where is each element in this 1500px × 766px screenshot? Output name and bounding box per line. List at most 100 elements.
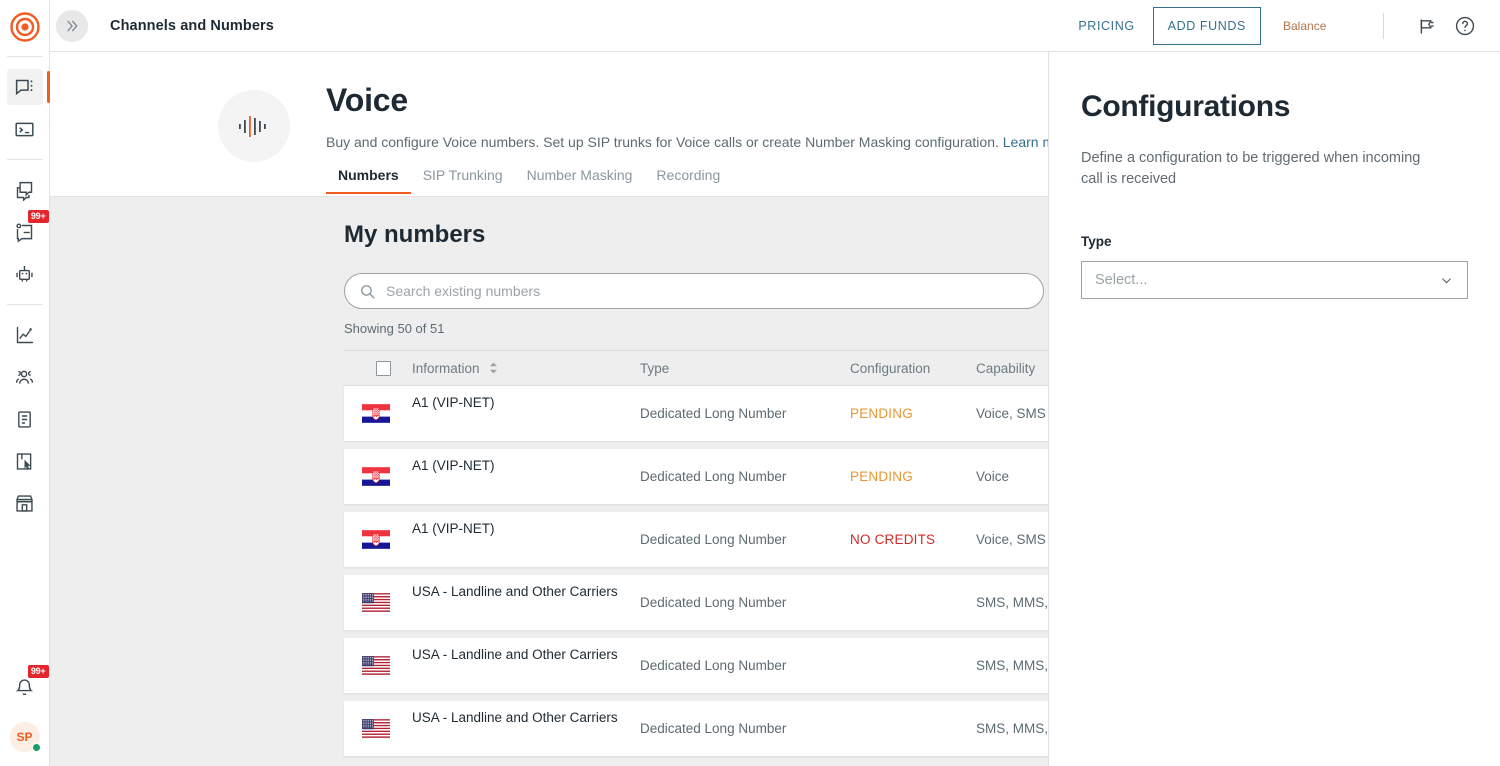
search-icon xyxy=(359,283,376,300)
rail-divider xyxy=(7,56,43,57)
rail-group-2: 99+ xyxy=(0,169,49,295)
left-rail: 99+ xyxy=(0,0,50,766)
app-logo[interactable] xyxy=(7,9,43,45)
row-information-label: A1 (VIP-NET) xyxy=(412,395,495,410)
line-chart-icon xyxy=(14,325,35,346)
sort-icon xyxy=(489,362,498,374)
type-select[interactable]: Select... xyxy=(1081,261,1468,299)
row-flag-cell xyxy=(344,593,412,612)
help-circle-icon xyxy=(1454,15,1476,37)
row-configuration-status: PENDING xyxy=(850,469,976,484)
sidebar-item-notifications[interactable]: 99+ xyxy=(7,669,43,705)
sidebar-item-documents[interactable] xyxy=(7,401,43,437)
flow-cursor-icon xyxy=(14,451,35,472)
select-all-checkbox[interactable] xyxy=(376,361,391,376)
bell-icon xyxy=(14,677,35,698)
breadcrumb: Channels and Numbers xyxy=(110,18,274,34)
top-bar-actions: PRICING ADD FUNDS Balance xyxy=(1078,7,1500,45)
row-flag-cell xyxy=(344,719,412,738)
column-configuration: Configuration xyxy=(850,361,976,376)
tab-numbers[interactable]: Numbers xyxy=(326,167,411,194)
row-flag-cell xyxy=(344,404,412,423)
type-select-placeholder: Select... xyxy=(1095,272,1147,288)
sidebar-item-people[interactable] xyxy=(7,359,43,395)
help-button[interactable] xyxy=(1452,13,1478,39)
row-information: A1 (VIP-NET) xyxy=(412,468,640,486)
row-information: A1 (VIP-NET) xyxy=(412,531,640,549)
rail-group-3 xyxy=(0,314,49,524)
sidebar-item-conversations[interactable] xyxy=(7,69,43,105)
rail-divider xyxy=(7,304,43,305)
flag-us-icon xyxy=(362,719,390,738)
row-type: Dedicated Long Number xyxy=(640,532,850,547)
panel-title: Configurations xyxy=(1081,90,1468,124)
row-flag-cell xyxy=(344,530,412,549)
inbox-icon xyxy=(14,222,35,243)
search-box[interactable] xyxy=(344,273,1044,309)
flag-us-icon xyxy=(362,593,390,612)
row-configuration-status: NO CREDITS xyxy=(850,532,976,547)
search-input[interactable] xyxy=(386,283,1026,299)
robot-icon xyxy=(14,264,35,285)
rail-group-1 xyxy=(0,66,49,150)
balance-label: Balance xyxy=(1283,19,1379,33)
column-type: Type xyxy=(640,361,850,376)
expand-sidebar-button[interactable] xyxy=(56,10,88,42)
panel-description: Define a configuration to be triggered w… xyxy=(1081,148,1441,190)
flag-hr-icon xyxy=(362,404,390,423)
people-icon xyxy=(14,367,35,388)
column-information[interactable]: Information xyxy=(412,361,640,376)
row-information: USA - Landline and Other Carriers xyxy=(412,720,640,738)
sidebar-item-inbox[interactable]: 99+ xyxy=(7,214,43,250)
sidebar-item-flows[interactable] xyxy=(7,443,43,479)
row-information-label: USA - Landline and Other Carriers xyxy=(412,647,618,662)
row-information-label: USA - Landline and Other Carriers xyxy=(412,584,618,599)
row-information: USA - Landline and Other Carriers xyxy=(412,657,640,675)
page-subtitle: Buy and configure Voice numbers. Set up … xyxy=(326,134,1074,150)
top-bar-divider xyxy=(1383,13,1384,39)
sidebar-item-analytics[interactable] xyxy=(7,317,43,353)
row-type: Dedicated Long Number xyxy=(640,721,850,736)
store-icon xyxy=(14,493,35,514)
sidebar-item-chatbots[interactable] xyxy=(7,256,43,292)
sidebar-item-console[interactable] xyxy=(7,111,43,147)
avatar[interactable]: SP xyxy=(10,722,40,752)
row-type: Dedicated Long Number xyxy=(640,406,850,421)
target-logo-icon xyxy=(10,12,40,42)
announcements-button[interactable] xyxy=(1414,13,1440,39)
sidebar-item-broadcast[interactable] xyxy=(7,172,43,208)
tab-recording[interactable]: Recording xyxy=(644,167,732,194)
flag-hr-icon xyxy=(362,530,390,549)
double-chevron-right-icon xyxy=(64,18,80,34)
row-information-label: A1 (VIP-NET) xyxy=(412,458,495,473)
online-status-dot xyxy=(32,743,41,752)
type-field-label: Type xyxy=(1081,234,1468,249)
page-subtitle-text: Buy and configure Voice numbers. Set up … xyxy=(326,134,999,150)
add-funds-button[interactable]: ADD FUNDS xyxy=(1153,7,1261,45)
row-information: USA - Landline and Other Carriers xyxy=(412,594,640,612)
chevron-down-icon xyxy=(1439,273,1454,288)
sidebar-item-marketplace[interactable] xyxy=(7,485,43,521)
voice-waveform-icon xyxy=(218,90,290,162)
configurations-panel: Configurations Define a configuration to… xyxy=(1048,52,1500,766)
pricing-link[interactable]: PRICING xyxy=(1078,19,1134,33)
tab-number-masking[interactable]: Number Masking xyxy=(515,167,645,194)
balance-display: Balance xyxy=(1283,19,1379,33)
row-type: Dedicated Long Number xyxy=(640,595,850,610)
tab-sip-trunking[interactable]: SIP Trunking xyxy=(411,167,515,194)
row-information-label: USA - Landline and Other Carriers xyxy=(412,710,618,725)
select-all-cell xyxy=(344,361,412,376)
flag-hr-icon xyxy=(362,467,390,486)
rail-divider xyxy=(7,159,43,160)
row-flag-cell xyxy=(344,467,412,486)
row-type: Dedicated Long Number xyxy=(640,658,850,673)
rail-bottom: 99+ SP xyxy=(7,666,43,766)
notifications-badge: 99+ xyxy=(28,665,49,678)
waveform-glyph xyxy=(237,113,271,139)
top-bar: Channels and Numbers PRICING ADD FUNDS B… xyxy=(50,0,1500,52)
inbox-badge: 99+ xyxy=(28,210,49,223)
row-type: Dedicated Long Number xyxy=(640,469,850,484)
page-tabs: Numbers SIP Trunking Number Masking Reco… xyxy=(326,167,732,194)
terminal-icon xyxy=(14,119,35,140)
column-information-label: Information xyxy=(412,361,480,376)
